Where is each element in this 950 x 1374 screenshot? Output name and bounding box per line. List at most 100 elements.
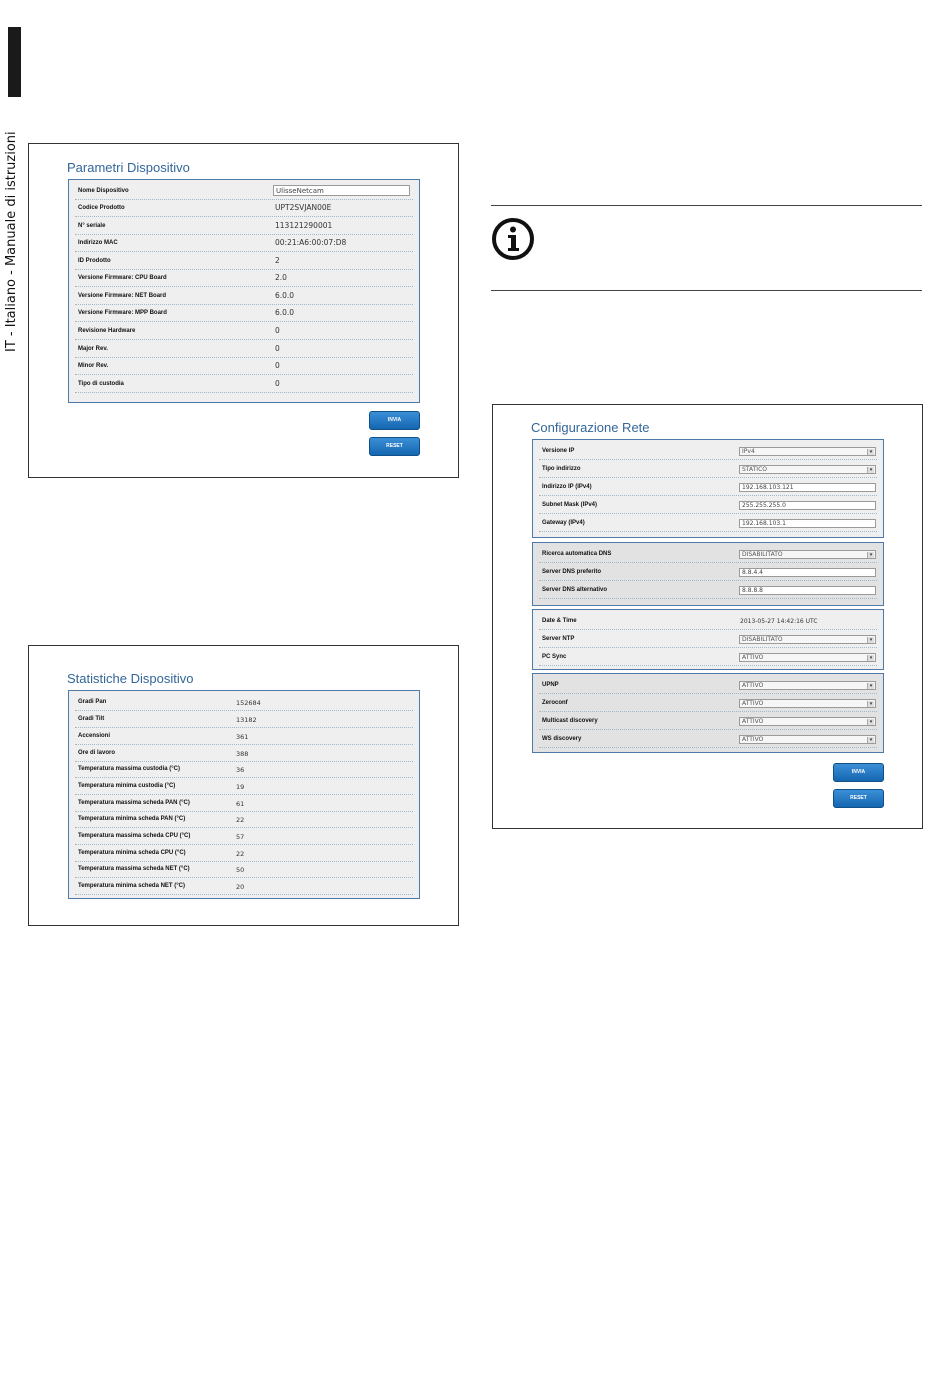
device-params-table: Nome Dispositivo UlisseNetcam Codice Pro… — [68, 179, 420, 403]
chevron-down-icon: ▾ — [867, 737, 874, 743]
table-row: Tipo indirizzo STATICO ▾ — [539, 460, 877, 478]
ip-version-select[interactable]: IPv4 ▾ — [739, 447, 876, 456]
row-label: Gateway (IPv4) — [542, 520, 585, 526]
row-label: WS discovery — [542, 736, 582, 742]
ws-discovery-select[interactable]: ATTIVO ▾ — [739, 735, 876, 744]
chevron-down-icon: ▾ — [867, 467, 874, 473]
row-value: 13182 — [236, 716, 257, 724]
table-row: Temperatura minima scheda PAN (°C) 22 — [75, 811, 413, 828]
device-params-title: Parametri Dispositivo — [67, 160, 190, 175]
row-label: Temperatura massima scheda PAN (°C) — [78, 800, 190, 806]
preferred-dns-field[interactable]: 8.8.4.4 — [739, 568, 876, 577]
table-row: Temperatura minima scheda NET (°C) 20 — [75, 878, 413, 895]
table-row: Codice Prodotto UPT2SVJAN00E — [75, 199, 413, 217]
row-label: Versione Firmware: MPP Board — [78, 310, 167, 316]
zeroconf-select[interactable]: ATTIVO ▾ — [739, 699, 876, 708]
row-label: Temperatura massima custodia (°C) — [78, 766, 180, 772]
row-label: Accensioni — [78, 733, 111, 739]
device-stats-panel: Statistiche Dispositivo Gradi Pan 152684… — [28, 645, 459, 926]
row-label: Temperatura minima scheda PAN (°C) — [78, 816, 186, 822]
table-row: Versione Firmware: MPP Board 6.0.0 — [75, 304, 413, 322]
row-label: Zeroconf — [542, 700, 568, 706]
table-row: Gateway (IPv4) 192.168.103.1 — [539, 514, 877, 532]
table-row: Major Rev. 0 — [75, 340, 413, 358]
table-row: Versione Firmware: CPU Board 2.0 — [75, 269, 413, 287]
row-value: 6.0.0 — [275, 291, 295, 300]
row-label: Versione IP — [542, 448, 575, 454]
table-row: Ricerca automatica DNS DISABILITATO ▾ — [539, 545, 877, 563]
ntp-server-select[interactable]: DISABILITATO ▾ — [739, 635, 876, 644]
chevron-down-icon: ▾ — [867, 683, 874, 689]
row-label: N° seriale — [78, 223, 106, 229]
table-row: Temperatura massima scheda PAN (°C) 61 — [75, 795, 413, 812]
select-value: ATTIVO — [742, 682, 764, 689]
row-label: Temperatura massima scheda NET (°C) — [78, 866, 190, 872]
table-row: Temperatura minima custodia (°C) 19 — [75, 778, 413, 795]
select-value: STATICO — [742, 466, 767, 473]
send-button[interactable]: INVIA — [833, 763, 884, 782]
table-row: Ore di lavoro 388 — [75, 745, 413, 762]
select-value: DISABILITATO — [742, 636, 783, 643]
table-row: Server NTP DISABILITATO ▾ — [539, 630, 877, 648]
row-value: 50 — [236, 866, 245, 874]
table-row: Temperatura massima custodia (°C) 36 — [75, 761, 413, 778]
device-name-input[interactable]: UlisseNetcam — [273, 185, 410, 196]
table-row: Versione Firmware: NET Board 6.0.0 — [75, 287, 413, 305]
row-value: 22 — [236, 850, 245, 858]
select-value: ATTIVO — [742, 700, 764, 707]
row-label: Codice Prodotto — [78, 205, 125, 211]
row-value: 0 — [275, 379, 280, 388]
row-value: 0 — [275, 326, 280, 335]
row-label: Temperatura minima custodia (°C) — [78, 783, 176, 789]
reset-button[interactable]: RESET — [369, 437, 420, 456]
row-label: Gradi Pan — [78, 699, 107, 705]
row-label: Server NTP — [542, 636, 575, 642]
multicast-discovery-select[interactable]: ATTIVO ▾ — [739, 717, 876, 726]
row-label: Versione Firmware: CPU Board — [78, 275, 167, 281]
row-label: Nome Dispositivo — [78, 188, 129, 194]
ip-settings-group: Versione IP IPv4 ▾ Tipo indirizzo STATICO… — [532, 439, 884, 538]
note-bottom-rule — [491, 290, 922, 291]
table-row: Temperatura massima scheda CPU (°C) 57 — [75, 828, 413, 845]
table-row: Multicast discovery ATTIVO ▾ — [539, 712, 877, 730]
row-value: 152684 — [236, 699, 261, 707]
auto-dns-select[interactable]: DISABILITATO ▾ — [739, 550, 876, 559]
select-value: ATTIVO — [742, 736, 764, 743]
table-row: Indirizzo MAC 00:21:A6:00:07:D8 — [75, 234, 413, 252]
row-label: Tipo indirizzo — [542, 466, 581, 472]
row-label: Temperatura massima scheda CPU (°C) — [78, 833, 191, 839]
row-value: 19 — [236, 783, 245, 791]
device-stats-table: Gradi Pan 152684 Gradi Tilt 13182 Accens… — [68, 690, 420, 899]
row-label: Multicast discovery — [542, 718, 598, 724]
table-row: Subnet Mask (IPv4) 255.255.255.0 — [539, 496, 877, 514]
row-value: 0 — [275, 344, 280, 353]
row-label: Major Rev. — [78, 346, 108, 352]
table-row: Date & Time 2013-05-27 14:42:16 UTC — [539, 612, 877, 630]
gateway-field[interactable]: 192.168.103.1 — [739, 519, 876, 528]
network-config-panel: Configurazione Rete Versione IP IPv4 ▾ Ti… — [492, 404, 923, 829]
table-row: Indirizzo IP (IPv4) 192.168.103.121 — [539, 478, 877, 496]
chevron-down-icon: ▾ — [867, 552, 874, 558]
network-config-title: Configurazione Rete — [531, 420, 650, 435]
row-value: 20 — [236, 883, 245, 891]
table-row: Nome Dispositivo UlisseNetcam — [75, 182, 413, 200]
table-row: Versione IP IPv4 ▾ — [539, 442, 877, 460]
side-tab-marker — [8, 27, 21, 97]
reset-button[interactable]: RESET — [833, 789, 884, 808]
row-value: 36 — [236, 766, 245, 774]
subnet-mask-field[interactable]: 255.255.255.0 — [739, 501, 876, 510]
row-value: 0 — [275, 361, 280, 370]
upnp-select[interactable]: ATTIVO ▾ — [739, 681, 876, 690]
address-type-select[interactable]: STATICO ▾ — [739, 465, 876, 474]
alternate-dns-field[interactable]: 8.8.8.8 — [739, 586, 876, 595]
chevron-down-icon: ▾ — [867, 655, 874, 661]
row-label: PC Sync — [542, 654, 567, 660]
row-value: UPT2SVJAN00E — [275, 203, 332, 212]
ip-address-field[interactable]: 192.168.103.121 — [739, 483, 876, 492]
send-button[interactable]: INVIA — [369, 411, 420, 430]
row-label: Ricerca automatica DNS — [542, 551, 612, 557]
row-label: Server DNS alternativo — [542, 587, 608, 593]
device-stats-title: Statistiche Dispositivo — [67, 671, 194, 686]
pc-sync-select[interactable]: ATTIVO ▾ — [739, 653, 876, 662]
device-params-panel: Parametri Dispositivo Nome Dispositivo U… — [28, 143, 459, 478]
